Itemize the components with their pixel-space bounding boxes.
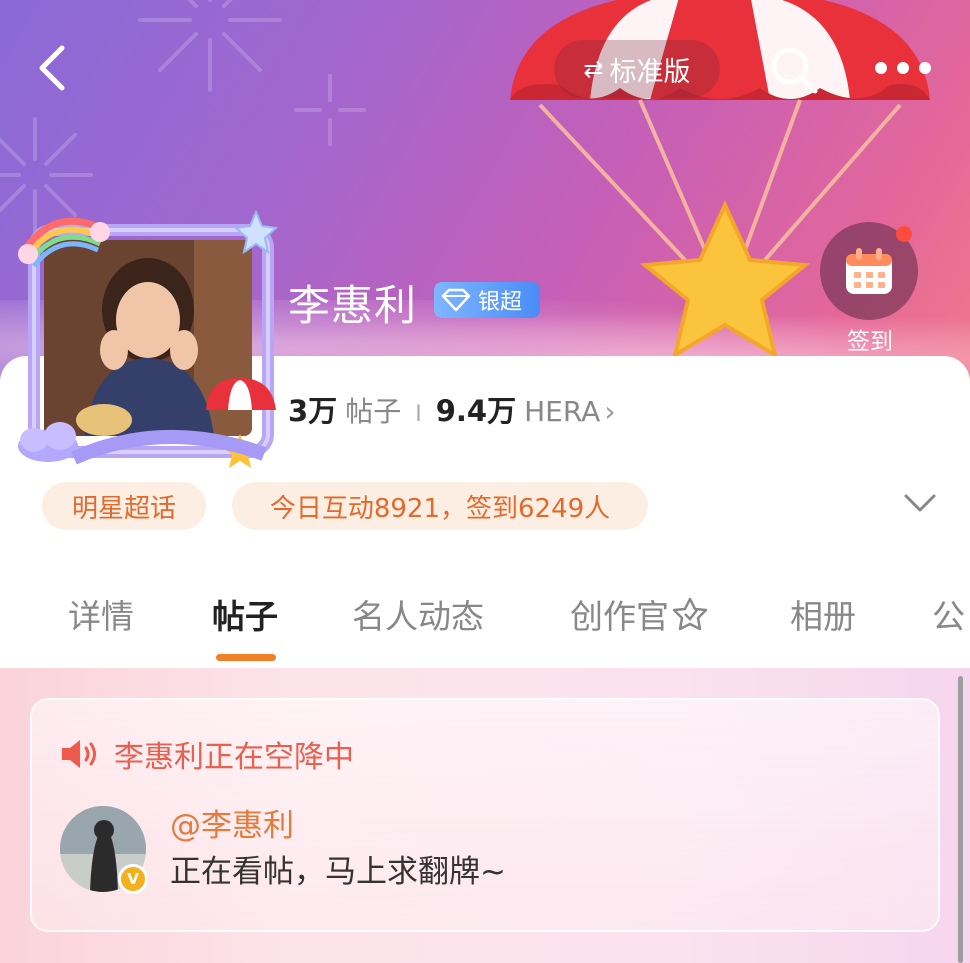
fans-count: 9.4万 — [435, 394, 517, 428]
tab-album[interactable]: 相册 — [790, 590, 856, 638]
swap-icon: ⇄ — [583, 55, 604, 83]
stats-row[interactable]: 3万 帖子 I 9.4万 HERA › — [288, 388, 616, 430]
fans-label: HERA — [524, 395, 601, 428]
tab-creator-label: 创作官 — [570, 597, 669, 636]
search-icon — [771, 47, 818, 94]
tab-details[interactable]: 详情 — [68, 590, 134, 638]
firework-decoration — [138, 0, 282, 92]
back-button[interactable] — [26, 40, 76, 96]
checkin-button[interactable]: 签到 — [820, 222, 924, 356]
airdrop-message: 正在看帖，马上求翻牌~ — [170, 854, 506, 890]
back-arrow-icon — [39, 45, 65, 91]
verified-icon: V — [118, 864, 148, 894]
more-dots-icon — [875, 62, 931, 74]
category-tag[interactable]: 明星超话 — [42, 482, 206, 530]
supertopic-name: 李惠利 — [288, 281, 418, 330]
chevron-down-icon[interactable] — [900, 488, 940, 518]
calendar-icon — [846, 248, 892, 294]
version-toggle-button[interactable]: ⇄ 标准版 — [554, 40, 720, 98]
tab-posts[interactable]: 帖子 — [212, 590, 278, 638]
diamond-icon — [434, 282, 478, 318]
firework-decoration — [294, 74, 366, 146]
speaker-icon — [62, 740, 96, 768]
avatar-frame-decoration — [18, 209, 279, 468]
checkin-label: 签到 — [847, 329, 893, 355]
star-icon — [672, 597, 708, 631]
badge-label: 银超 — [478, 290, 523, 315]
posts-count: 3万 — [288, 394, 338, 428]
tab-bar: 详情 帖子 名人动态 创作官 相册 公 — [0, 590, 970, 670]
tab-more[interactable]: 公 — [932, 590, 965, 638]
active-tab-indicator — [216, 654, 276, 661]
chevron-right-icon: › — [604, 395, 616, 428]
posts-label: 帖子 — [345, 395, 402, 428]
silver-super-badge[interactable]: 银超 — [434, 282, 540, 318]
airdrop-header: 李惠利正在空降中 — [60, 732, 354, 776]
notification-dot — [896, 226, 912, 242]
activity-tag[interactable]: 今日互动8921，签到6249人 — [232, 482, 648, 530]
version-label: 标准版 — [609, 56, 691, 88]
more-button[interactable] — [870, 50, 936, 86]
divider: I — [415, 402, 422, 427]
user-mention[interactable]: @李惠利 — [170, 800, 294, 845]
search-button[interactable] — [764, 42, 824, 98]
tab-celebrity-updates[interactable]: 名人动态 — [352, 590, 484, 638]
airdrop-title: 李惠利正在空降中 — [114, 740, 354, 775]
scrollbar[interactable] — [958, 676, 963, 963]
tab-creator[interactable]: 创作官 — [570, 590, 709, 638]
